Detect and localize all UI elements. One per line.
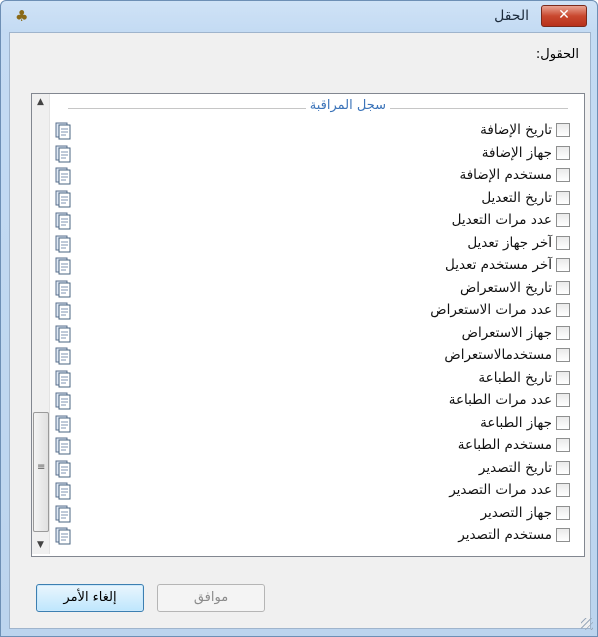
document-stack-icon xyxy=(55,212,71,230)
field-checkbox[interactable] xyxy=(556,393,570,407)
field-item[interactable]: مستخدمالاستعراض xyxy=(444,345,570,365)
field-label: جهاز الاستعراض xyxy=(461,324,552,341)
field-label: جهاز التصدير xyxy=(480,504,552,521)
vertical-scrollbar[interactable]: ▲ ≡ ▼ xyxy=(32,94,50,554)
field-item[interactable]: تاريخ التعديل xyxy=(481,188,570,208)
field-checkbox[interactable] xyxy=(556,370,570,385)
field-label: عدد مرات الطباعة xyxy=(448,392,552,408)
field-item[interactable]: تاريخ الاستعراض xyxy=(460,278,570,298)
ok-button[interactable]: موافق xyxy=(157,584,265,612)
field-checkbox[interactable] xyxy=(556,325,570,340)
field-label: تاريخ الاستعراض xyxy=(459,279,552,296)
document-stack-icon xyxy=(55,257,71,275)
close-button[interactable]: ✕ xyxy=(541,5,587,27)
field-checkbox[interactable] xyxy=(556,460,570,475)
field-item[interactable]: جهاز الاستعراض xyxy=(462,323,570,343)
document-stack-icon xyxy=(55,460,71,477)
field-label: جهاز الطباعة xyxy=(480,414,552,431)
field-label: مستخدم الطباعة xyxy=(457,437,552,453)
grip-icon: ≡ xyxy=(37,462,46,473)
field-label: جهاز الإضافة xyxy=(481,144,552,161)
field-checkbox[interactable] xyxy=(556,280,570,295)
document-stack-icon xyxy=(55,122,71,140)
scroll-up-arrow-icon[interactable]: ▲ xyxy=(32,94,49,111)
field-item[interactable]: تاريخ التصدير xyxy=(479,458,570,478)
field-checkbox[interactable] xyxy=(556,235,570,250)
field-item[interactable]: عدد مرات التصدير xyxy=(449,480,570,500)
document-stack-icon xyxy=(55,145,71,162)
field-label: تاريخ التعديل xyxy=(481,189,552,206)
field-item[interactable]: مستخدم الإضافة xyxy=(459,165,570,185)
fields-label: الحقول: xyxy=(535,47,579,62)
dialog-window: ♣ الحقل ✕ الحقول: ▲ ≡ ▼ سجل المراقبة تار… xyxy=(0,0,598,637)
scroll-down-arrow-icon[interactable]: ▼ xyxy=(32,537,49,554)
field-label: مستخدم الإضافة xyxy=(459,167,552,183)
field-label: عدد مرات التصدير xyxy=(449,482,552,498)
field-item[interactable]: مستخدم التصدير xyxy=(458,525,570,545)
field-item[interactable]: عدد مرات الاستعراض xyxy=(430,300,570,320)
field-item[interactable]: آخر جهاز تعديل xyxy=(467,233,570,253)
field-checkbox[interactable] xyxy=(556,213,570,227)
cancel-button[interactable]: إلغاء الأمر xyxy=(36,584,144,612)
field-checkbox[interactable] xyxy=(556,415,570,430)
fields-list[interactable]: ▲ ≡ ▼ سجل المراقبة تاريخ الإضافة جهاز الإ… xyxy=(31,93,585,557)
document-stack-icon xyxy=(55,235,71,252)
field-checkbox[interactable] xyxy=(556,438,570,452)
field-checkbox[interactable] xyxy=(556,303,570,317)
field-label: مستخدم التصدير xyxy=(458,527,552,543)
document-stack-icon xyxy=(55,190,71,207)
field-item[interactable]: جهاز الطباعة xyxy=(480,413,570,433)
app-logo-icon: ♣ xyxy=(15,7,29,25)
field-item[interactable]: مستخدم الطباعة xyxy=(458,435,570,455)
document-stack-icon xyxy=(55,302,71,320)
field-label: آخر جهاز تعديل xyxy=(467,234,552,251)
scroll-thumb[interactable]: ≡ xyxy=(33,412,49,532)
document-stack-icon xyxy=(55,167,71,185)
field-checkbox[interactable] xyxy=(556,505,570,520)
document-stack-icon xyxy=(55,347,71,365)
field-checkbox[interactable] xyxy=(556,258,570,272)
document-stack-icon xyxy=(55,392,71,410)
field-item[interactable]: تاريخ الإضافة xyxy=(480,120,570,140)
title-bar[interactable]: ♣ الحقل ✕ xyxy=(1,1,597,31)
group-label: سجل المراقبة xyxy=(305,98,390,113)
field-checkbox[interactable] xyxy=(556,145,570,160)
field-item[interactable]: عدد مرات التعديل xyxy=(452,210,570,230)
field-label: عدد مرات الاستعراض xyxy=(430,302,552,318)
document-stack-icon xyxy=(55,280,71,297)
document-stack-icon xyxy=(55,505,71,522)
field-item[interactable]: عدد مرات الطباعة xyxy=(449,390,570,410)
field-label: تاريخ التصدير xyxy=(478,459,552,476)
field-checkbox[interactable] xyxy=(556,528,570,542)
field-label: تاريخ الطباعة xyxy=(478,369,552,386)
field-item[interactable]: جهاز الإضافة xyxy=(482,143,570,163)
field-item[interactable]: تاريخ الطباعة xyxy=(478,368,570,388)
field-item[interactable]: جهاز التصدير xyxy=(481,503,570,523)
field-label: آخر مستخدم تعديل xyxy=(445,257,552,273)
field-label: عدد مرات التعديل xyxy=(451,212,552,228)
field-checkbox[interactable] xyxy=(556,483,570,497)
field-checkbox[interactable] xyxy=(556,190,570,205)
window-title: الحقل xyxy=(494,8,529,24)
document-stack-icon xyxy=(55,325,71,342)
field-label: مستخدمالاستعراض xyxy=(444,347,552,363)
document-stack-icon xyxy=(55,415,71,432)
field-checkbox[interactable] xyxy=(556,348,570,362)
resize-grip-icon[interactable] xyxy=(581,618,593,630)
document-stack-icon xyxy=(55,482,71,500)
document-stack-icon xyxy=(55,527,71,545)
field-checkbox[interactable] xyxy=(556,168,570,182)
field-checkbox[interactable] xyxy=(556,123,570,137)
document-stack-icon xyxy=(55,437,71,455)
field-item[interactable]: آخر مستخدم تعديل xyxy=(445,255,570,275)
field-label: تاريخ الإضافة xyxy=(480,122,552,138)
document-stack-icon xyxy=(55,370,71,387)
